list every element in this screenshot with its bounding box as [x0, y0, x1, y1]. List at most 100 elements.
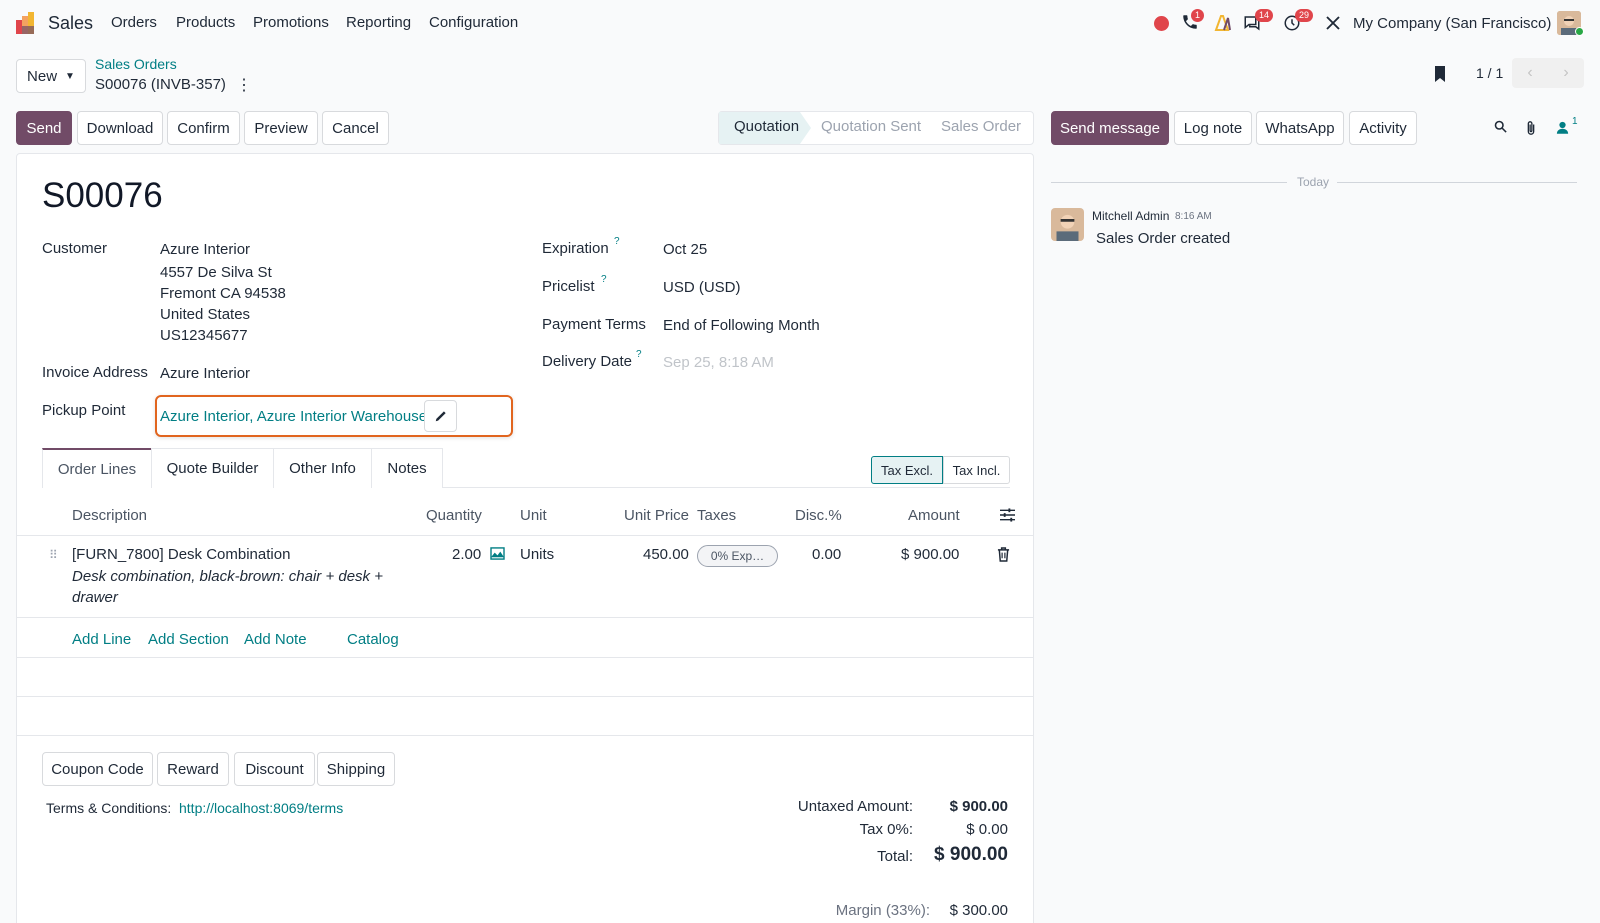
- terms-link[interactable]: http://localhost:8069/terms: [179, 800, 343, 816]
- messages-badge: 14: [1255, 9, 1274, 22]
- app-name[interactable]: Sales: [48, 13, 93, 34]
- menu-orders[interactable]: Orders: [111, 14, 157, 31]
- discount-button[interactable]: Discount: [234, 752, 315, 786]
- forecast-icon[interactable]: [490, 547, 505, 563]
- col-amount[interactable]: Amount: [908, 507, 960, 524]
- preview-button[interactable]: Preview: [244, 111, 318, 145]
- col-disc[interactable]: Disc.%: [795, 507, 842, 524]
- customer-city: Fremont CA 94538: [160, 285, 286, 302]
- untaxed-value: $ 900.00: [949, 798, 1008, 815]
- tab-notes[interactable]: Notes: [371, 448, 443, 488]
- customer-label: Customer: [42, 240, 108, 257]
- customer-country: United States: [160, 306, 251, 323]
- add-note-link[interactable]: Add Note: [244, 631, 307, 648]
- pickup-point-link[interactable]: Azure Interior, Azure Interior Warehouse: [160, 408, 427, 425]
- menu-promotions[interactable]: Promotions: [253, 14, 329, 31]
- invoice-address-field[interactable]: Azure Interior: [160, 363, 250, 384]
- calls-badge: 1: [1191, 9, 1205, 22]
- line-note-2: drawer: [72, 589, 118, 606]
- activity-button[interactable]: Activity: [1349, 111, 1417, 145]
- pencil-icon: [435, 411, 446, 422]
- col-unit[interactable]: Unit: [520, 507, 547, 524]
- pager-previous-button[interactable]: ‹: [1512, 58, 1548, 88]
- send-button[interactable]: Send: [16, 111, 72, 145]
- tax-excl-toggle[interactable]: Tax Excl.: [871, 456, 943, 484]
- recording-icon[interactable]: [1154, 16, 1169, 31]
- pager-value[interactable]: 1 / 1: [1476, 65, 1503, 81]
- add-section-link[interactable]: Add Section: [148, 631, 229, 648]
- margin-label: Margin (33%):: [835, 902, 930, 919]
- bookmark-icon[interactable]: [1432, 65, 1448, 86]
- message-body: Sales Order created: [1096, 230, 1231, 247]
- actions-menu-icon[interactable]: ⋮: [236, 75, 252, 95]
- optional-columns-icon[interactable]: [1000, 508, 1015, 525]
- message-author[interactable]: Mitchell Admin: [1092, 209, 1169, 223]
- line-unit[interactable]: Units: [520, 544, 554, 565]
- date-separator-line-right: [1337, 182, 1577, 183]
- menu-configuration[interactable]: Configuration: [429, 14, 518, 31]
- new-button[interactable]: New ▼: [16, 59, 86, 93]
- expiration-field[interactable]: Oct 25: [663, 239, 707, 260]
- tax-incl-toggle[interactable]: Tax Incl.: [943, 456, 1010, 484]
- col-description[interactable]: Description: [72, 507, 147, 524]
- pager-next-button[interactable]: ›: [1548, 58, 1584, 88]
- line-unit-price[interactable]: 450.00: [643, 544, 689, 565]
- tab-quote-builder[interactable]: Quote Builder: [151, 448, 274, 488]
- breadcrumb-parent[interactable]: Sales Orders: [95, 56, 177, 72]
- expiration-help-icon[interactable]: ?: [614, 236, 620, 247]
- whatsapp-button[interactable]: WhatsApp: [1256, 111, 1344, 145]
- payment-terms-field[interactable]: End of Following Month: [663, 315, 820, 336]
- reward-button[interactable]: Reward: [157, 752, 229, 786]
- confirm-button[interactable]: Confirm: [167, 111, 240, 145]
- search-messages-icon[interactable]: [1493, 119, 1508, 137]
- row-divider-3: [17, 696, 1033, 697]
- shipping-button[interactable]: Shipping: [317, 752, 395, 786]
- apps-icon[interactable]: [16, 12, 38, 34]
- line-quantity[interactable]: 2.00: [452, 544, 481, 565]
- attachment-icon[interactable]: [1524, 120, 1538, 139]
- untaxed-label: Untaxed Amount:: [797, 798, 913, 815]
- tools-icon[interactable]: [1324, 14, 1342, 35]
- drag-handle-icon[interactable]: ⠿: [49, 548, 58, 562]
- tab-other-info[interactable]: Other Info: [273, 448, 372, 488]
- message-avatar[interactable]: [1051, 208, 1084, 241]
- customer-name[interactable]: Azure Interior: [160, 239, 250, 260]
- row-divider-2: [17, 657, 1033, 658]
- delete-line-icon[interactable]: [997, 547, 1010, 565]
- header-divider: [17, 535, 1033, 536]
- activities-badge: 29: [1295, 9, 1314, 22]
- status-quotation[interactable]: Quotation: [734, 118, 799, 135]
- company-switcher[interactable]: My Company (San Francisco): [1353, 15, 1551, 32]
- catalog-link[interactable]: Catalog: [347, 631, 399, 648]
- delivery-date-help-icon[interactable]: ?: [636, 349, 642, 360]
- pricelist-field[interactable]: USD (USD): [663, 277, 741, 298]
- status-sales-order[interactable]: Sales Order: [941, 118, 1021, 135]
- menu-reporting[interactable]: Reporting: [346, 14, 411, 31]
- coupon-code-button[interactable]: Coupon Code: [42, 752, 153, 786]
- delivery-date-field[interactable]: Sep 25, 8:18 AM: [663, 352, 774, 373]
- add-line-link[interactable]: Add Line: [72, 631, 131, 648]
- line-tax-tag[interactable]: 0% Exp…: [697, 545, 778, 567]
- col-unit-price[interactable]: Unit Price: [624, 507, 689, 524]
- pricelist-help-icon[interactable]: ?: [601, 274, 607, 285]
- download-button[interactable]: Download: [77, 111, 163, 145]
- log-note-button[interactable]: Log note: [1174, 111, 1252, 145]
- ai-icon[interactable]: [1214, 14, 1232, 35]
- edit-pickup-button[interactable]: [424, 400, 457, 432]
- status-quotation-sent[interactable]: Quotation Sent: [821, 118, 921, 135]
- tab-order-lines[interactable]: Order Lines: [42, 448, 152, 488]
- col-taxes[interactable]: Taxes: [697, 507, 736, 524]
- cancel-button[interactable]: Cancel: [322, 111, 389, 145]
- customer-street: 4557 De Silva St: [160, 264, 272, 281]
- terms-label: Terms & Conditions:: [46, 800, 172, 816]
- line-disc[interactable]: 0.00: [812, 544, 841, 565]
- followers-icon[interactable]: [1555, 120, 1570, 138]
- menu-products[interactable]: Products: [176, 14, 235, 31]
- row-divider: [17, 617, 1033, 618]
- col-quantity[interactable]: Quantity: [426, 507, 482, 524]
- send-message-button[interactable]: Send message: [1051, 111, 1169, 145]
- line-note-1: Desk combination, black-brown: chair + d…: [72, 568, 383, 585]
- line-product[interactable]: [FURN_7800] Desk Combination: [72, 544, 290, 565]
- payment-terms-label: Payment Terms: [542, 316, 646, 333]
- record-title: S00076: [42, 176, 163, 215]
